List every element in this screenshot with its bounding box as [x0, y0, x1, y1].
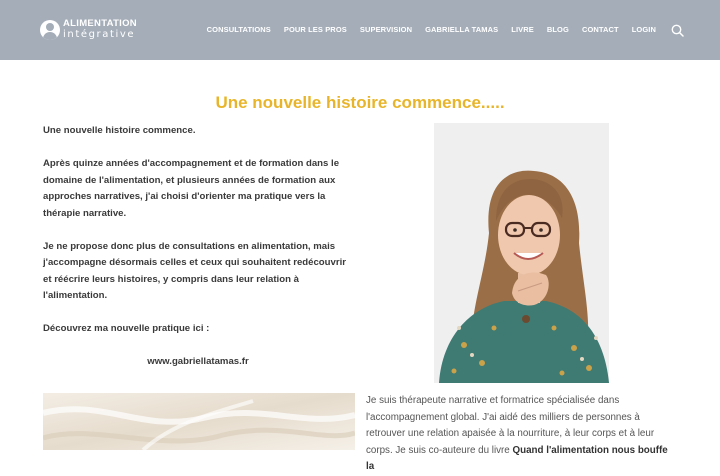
intro-paragraph-1: Une nouvelle histoire commence. — [43, 125, 196, 136]
logo-text: ALIMENTATION intégrative — [63, 19, 137, 40]
portrait-photo — [434, 123, 609, 383]
intro-paragraph-3: Je ne propose donc plus de consultations… — [43, 240, 346, 302]
main-nav: CONSULTATIONS POUR LES PROS SUPERVISION … — [207, 25, 656, 34]
nav-item-livre[interactable]: LIVRE — [511, 25, 534, 34]
fabric-image — [43, 393, 355, 450]
nav-item-gabriella-tamas[interactable]: GABRIELLA TAMAS — [425, 25, 498, 34]
logo-line1: ALIMENTATION — [63, 18, 137, 29]
logo-line2: intégrative — [63, 29, 136, 40]
site-header: ALIMENTATION intégrative CONSULTATIONS P… — [0, 0, 720, 60]
nav-item-pour-les-pros[interactable]: POUR LES PROS — [284, 25, 347, 34]
nav-item-supervision[interactable]: SUPERVISION — [360, 25, 412, 34]
intro-paragraph-4: Découvrez ma nouvelle pratique ici : — [43, 323, 210, 334]
site-logo[interactable]: ALIMENTATION intégrative — [40, 19, 137, 40]
bio-text: Je suis thérapeute narrative et formatri… — [366, 393, 676, 476]
search-icon[interactable] — [671, 24, 684, 37]
nav-item-login[interactable]: LOGIN — [632, 25, 656, 34]
bio-paragraph-2: corps. Je suis co-auteure du livre — [366, 444, 513, 456]
new-practice-link[interactable]: www.gabriellatamas.fr — [43, 354, 353, 371]
nav-item-consultations[interactable]: CONSULTATIONS — [207, 25, 271, 34]
bio-paragraph: Je suis thérapeute narrative et formatri… — [366, 395, 655, 439]
intro-paragraph-2: Après quinze années d'accompagnement et … — [43, 158, 340, 219]
nav-item-contact[interactable]: CONTACT — [582, 25, 619, 34]
intro-text: Une nouvelle histoire commence. Après qu… — [43, 123, 353, 371]
page-title: Une nouvelle histoire commence..... — [215, 93, 505, 112]
person-silhouette-icon — [40, 19, 60, 40]
nav-item-blog[interactable]: BLOG — [547, 25, 569, 34]
